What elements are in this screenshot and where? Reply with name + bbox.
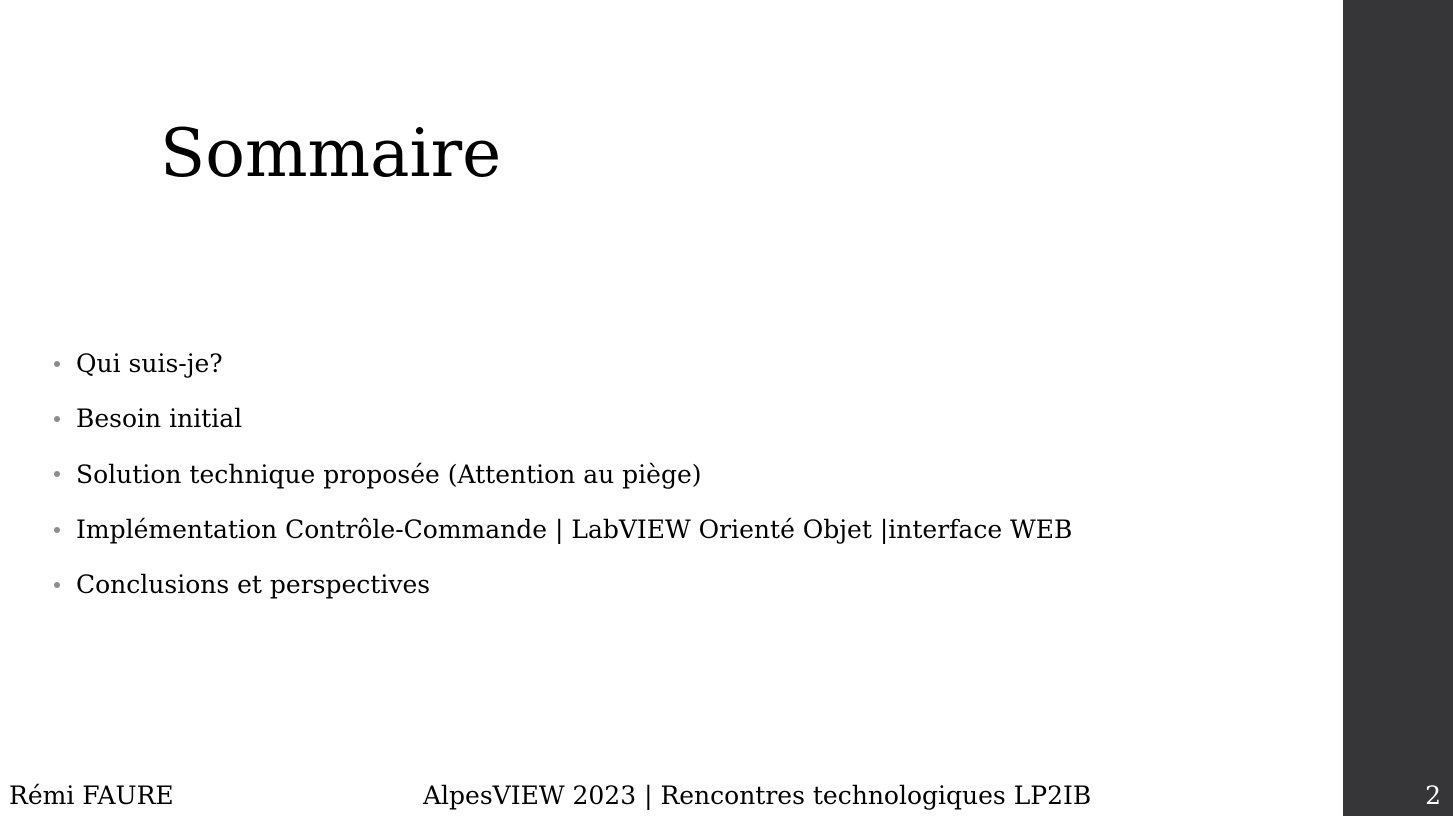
bullet-text: Implémentation Contrôle-Commande | LabVI… xyxy=(76,515,1073,545)
bullet-text: Conclusions et perspectives xyxy=(76,570,431,600)
list-item: Implémentation Contrôle-Commande | LabVI… xyxy=(52,502,1072,557)
bullet-icon xyxy=(54,526,60,533)
bullet-icon xyxy=(54,415,60,422)
bullet-icon xyxy=(54,471,60,478)
footer-event: AlpesVIEW 2023 | Rencontres technologiqu… xyxy=(423,781,1092,810)
bullet-icon xyxy=(54,360,60,367)
sidebar-panel xyxy=(1343,0,1453,816)
list-item: Conclusions et perspectives xyxy=(52,557,1072,612)
list-item: Besoin initial xyxy=(52,391,1072,446)
bullet-list: Qui suis-je? Besoin initial Solution tec… xyxy=(52,336,1072,612)
page-number: 2 xyxy=(1425,781,1441,810)
bullet-text: Qui suis-je? xyxy=(76,349,223,379)
slide: Sommaire Qui suis-je? Besoin initial Sol… xyxy=(0,0,1453,816)
list-item: Solution technique proposée (Attention a… xyxy=(52,447,1072,502)
bullet-icon xyxy=(54,581,60,588)
bullet-text: Besoin initial xyxy=(76,404,243,434)
footer-author: Rémi FAURE xyxy=(9,781,174,810)
list-item: Qui suis-je? xyxy=(52,336,1072,391)
bullet-text: Solution technique proposée (Attention a… xyxy=(76,459,702,489)
slide-title: Sommaire xyxy=(160,115,502,192)
